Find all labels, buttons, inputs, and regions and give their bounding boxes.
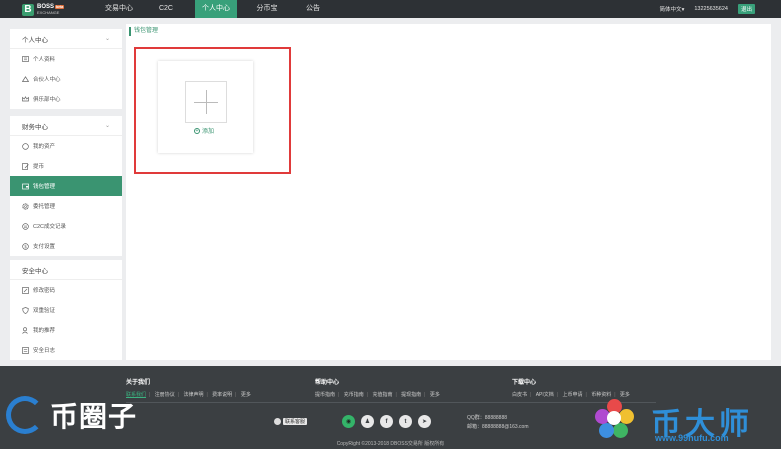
twitter-icon[interactable]: t (399, 415, 412, 428)
brand-subtitle: EXCHANGE (37, 9, 60, 15)
footer-link-legal[interactable]: 法律声明 (183, 392, 203, 398)
nav-fenbibao[interactable]: 分币宝 (243, 0, 291, 18)
nav-trade-center[interactable]: 交易中心 (95, 0, 143, 18)
watermark-ring-icon (6, 396, 44, 434)
add-wallet-link[interactable]: + 添加 (194, 126, 214, 135)
nav-c2c[interactable]: C2C (143, 0, 189, 18)
sidebar-personal-header[interactable]: 个人中心 ⌄ (10, 29, 122, 49)
nav-announcements[interactable]: 公告 (293, 0, 333, 18)
wechat-icon[interactable]: ◉ (342, 415, 355, 428)
sidebar-item-withdraw[interactable]: 提币 (10, 156, 122, 176)
footer-about-links: 联系我们 | 注册协议 | 法律声明 | 费率说明 | 更多 (126, 392, 251, 398)
sidebar-item-my-assets[interactable]: 我的资产 (10, 136, 122, 156)
footer-help-links: 提币指南 | 充币指南 | 充值指南 | 提现指南 | 更多 (315, 392, 440, 398)
sidebar-security-group: 安全中心 修改密码 双重验证 我的推荐 安全日志 (10, 260, 122, 360)
sidebar-personal-group: 个人中心 ⌄ 个人资料 合伙人中心 俱乐部中心 (10, 29, 122, 109)
footer-link-register-agreement[interactable]: 注册协议 (155, 392, 175, 398)
contact-info: QQ群：88888888 邮箱：88888888@163.com (467, 414, 529, 432)
beta-badge: beta (55, 4, 65, 9)
crown-icon (22, 96, 29, 103)
edit-icon (22, 162, 29, 170)
facebook-icon[interactable]: f (380, 415, 393, 428)
logout-button[interactable]: 退出 (737, 4, 755, 14)
sidebar-item-c2c-records[interactable]: C2C成交记录 (10, 216, 122, 236)
sidebar-item-wallet-management[interactable]: 钱包管理 (10, 176, 122, 196)
contact-support-button[interactable]: 联系客服 (274, 417, 308, 426)
sidebar-item-partner[interactable]: 合伙人中心 (10, 69, 122, 89)
watermark-left: 币圈子 (6, 395, 137, 435)
svg-text:$: $ (24, 244, 27, 250)
footer-link-cashout-guide[interactable]: 提现指南 (401, 392, 421, 398)
sidebar-finance-header[interactable]: 财务中心 ⌄ (10, 116, 122, 136)
footer-link-listing-apply[interactable]: 上币申请 (562, 392, 582, 398)
log-icon (22, 346, 29, 354)
sidebar-item-my-referrals[interactable]: 我的推荐 (10, 320, 122, 340)
shield-icon (22, 306, 29, 314)
breadcrumb: 钱包管理 (129, 27, 158, 36)
sidebar-item-club[interactable]: 俱乐部中心 (10, 89, 122, 109)
headset-icon (274, 418, 281, 425)
language-select[interactable]: 简体中文▾ (660, 5, 685, 13)
sidebar-item-change-password[interactable]: 修改密码 (10, 280, 122, 300)
footer-link-fees[interactable]: 费率说明 (212, 392, 232, 398)
nav-personal-center[interactable]: 个人中心 (195, 0, 237, 18)
qq-icon[interactable]: ♟ (361, 415, 374, 428)
id-card-icon (22, 56, 29, 63)
contact-email[interactable]: 邮箱：88888888@163.com (467, 423, 529, 432)
chevron-down-icon: ⌄ (104, 123, 110, 129)
footer-link-withdraw-guide[interactable]: 提币指南 (315, 392, 335, 398)
swap-icon (22, 222, 29, 230)
social-links: ◉ ♟ f t ➤ (342, 415, 431, 428)
brand-mark: B (22, 3, 34, 16)
watermark-right: 币大师 www.99hufu.com (595, 397, 780, 443)
sidebar-item-two-factor[interactable]: 双重验证 (10, 300, 122, 320)
watermark-flower-icon (595, 399, 635, 439)
footer-link-whitepaper[interactable]: 白皮书 (512, 392, 527, 398)
partner-icon (22, 76, 29, 83)
sidebar-item-payment-settings[interactable]: $ 支付设置 (10, 236, 122, 256)
pencil-icon (22, 286, 29, 294)
footer-about-title: 关于我们 (126, 380, 151, 386)
brand-logo[interactable]: B BOSS beta EXCHANGE (22, 3, 65, 16)
sidebar-item-profile[interactable]: 个人资料 (10, 49, 122, 69)
footer-divider (126, 402, 656, 403)
sidebar-item-order-management[interactable]: 委托管理 (10, 196, 122, 216)
add-circle-icon: + (194, 127, 200, 134)
caret-down-icon: ▾ (681, 7, 685, 13)
sidebar-item-security-log[interactable]: 安全日志 (10, 340, 122, 360)
footer-download-title: 下载中心 (512, 380, 537, 386)
sidebar-finance-group: 财务中心 ⌄ 我的资产 提币 钱包管理 委托管理 C2C成交记录 $ 支付设置 (10, 116, 122, 256)
user-phone[interactable]: 13225635624 (694, 6, 728, 12)
telegram-icon[interactable]: ➤ (418, 415, 431, 428)
users-icon (22, 326, 29, 334)
currency-icon: $ (22, 242, 29, 250)
qq-group: QQ群：88888888 (467, 415, 508, 421)
sidebar-security-header[interactable]: 安全中心 (10, 260, 122, 280)
main-nav: 交易中心 C2C 个人中心 分币宝 公告 (95, 0, 333, 18)
wallet-icon (22, 183, 29, 190)
chevron-down-icon: ⌄ (104, 36, 110, 42)
footer-link-topup-guide[interactable]: 充值指南 (372, 392, 392, 398)
footer-link-api-docs[interactable]: API文档 (536, 392, 554, 398)
footer-help-title: 帮助中心 (315, 380, 340, 386)
footer-link-more[interactable]: 更多 (430, 392, 440, 398)
add-wallet-card[interactable]: + 添加 (158, 61, 253, 153)
footer-link-more[interactable]: 更多 (241, 392, 251, 398)
top-navbar: B BOSS beta EXCHANGE 交易中心 C2C 个人中心 分币宝 公告… (0, 0, 781, 18)
plus-icon[interactable] (185, 81, 227, 123)
brand-name: BOSS (37, 3, 55, 10)
gear-icon (22, 202, 29, 210)
footer-link-deposit-guide[interactable]: 充币指南 (344, 392, 364, 398)
coin-icon (22, 142, 29, 150)
